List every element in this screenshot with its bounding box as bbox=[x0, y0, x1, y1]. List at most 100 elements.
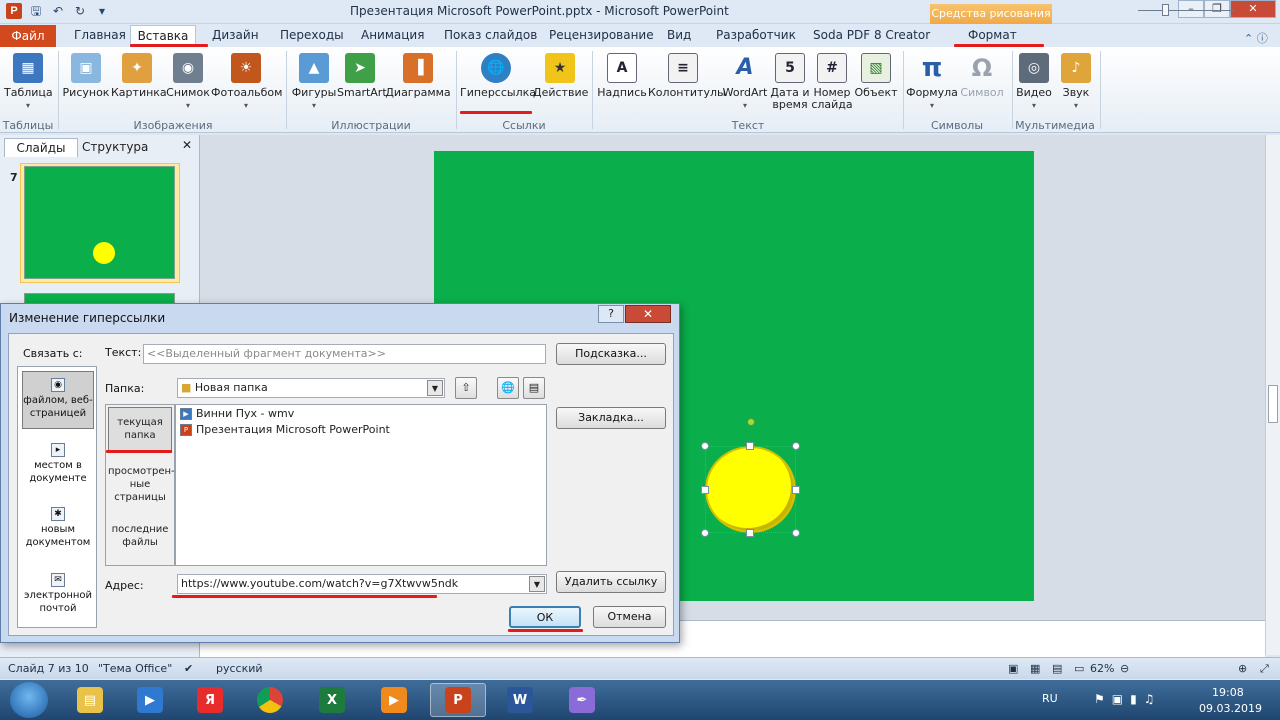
dialog-close-button[interactable]: ✕ bbox=[625, 305, 671, 323]
link-to-place-in-document[interactable]: ▸ местом в документе bbox=[22, 437, 94, 487]
tab-file[interactable]: Файл bbox=[0, 25, 56, 47]
link-to-file-web[interactable]: ◉ файлом, веб-страницей bbox=[22, 371, 94, 429]
chevron-down-icon[interactable]: ▼ bbox=[427, 380, 443, 396]
taskbar-chrome[interactable] bbox=[242, 683, 298, 717]
tray-language[interactable]: RU bbox=[1042, 692, 1058, 705]
view-current-folder[interactable]: текущая папка bbox=[108, 407, 172, 453]
clock-time[interactable]: 19:08 bbox=[1212, 686, 1244, 699]
tab-home[interactable]: Главная bbox=[74, 28, 126, 42]
symbol-button[interactable]: Ω Символ bbox=[958, 53, 1006, 99]
rotation-handle[interactable] bbox=[747, 418, 755, 426]
zoom-level[interactable]: 62% bbox=[1090, 662, 1114, 675]
hyperlink-button[interactable]: 🌐 Гиперссылка bbox=[460, 53, 536, 99]
tab-review[interactable]: Рецензирование bbox=[549, 28, 654, 42]
smartart-button[interactable]: ➤ SmartArt bbox=[337, 53, 387, 99]
resize-handle[interactable] bbox=[792, 529, 800, 537]
picture-button[interactable]: ▣ Рисунок bbox=[62, 53, 110, 99]
dialog-help-button[interactable]: ? bbox=[598, 305, 624, 323]
customize-qa-icon[interactable]: ▾ bbox=[94, 3, 110, 19]
slideshow-view-icon[interactable]: ▭ bbox=[1074, 662, 1084, 675]
tab-slides[interactable]: Слайды bbox=[4, 138, 78, 157]
start-button[interactable] bbox=[10, 682, 48, 718]
shapes-button[interactable]: ▲ Фигуры ▾ bbox=[290, 53, 338, 112]
ok-button[interactable]: ОК bbox=[509, 606, 581, 628]
zoom-slider-thumb[interactable] bbox=[1162, 4, 1169, 16]
formula-button[interactable]: π Формула ▾ bbox=[906, 53, 958, 112]
zoom-out-icon[interactable]: ⊖ bbox=[1120, 662, 1129, 675]
redo-icon[interactable]: ↻ bbox=[72, 3, 88, 19]
browse-file-icon[interactable]: ▤ bbox=[523, 377, 545, 399]
close-panel-icon[interactable]: ✕ bbox=[182, 138, 192, 152]
zoom-in-icon[interactable]: ⊕ bbox=[1238, 662, 1247, 675]
help-icon[interactable]: ⌃ ⓘ bbox=[1244, 30, 1268, 46]
slidenumber-button[interactable]: # Номер слайда bbox=[811, 53, 853, 111]
status-language[interactable]: русский bbox=[216, 662, 263, 675]
tab-transitions[interactable]: Переходы bbox=[280, 28, 344, 42]
list-item[interactable]: ▶ Винни Пух - wmv bbox=[180, 407, 294, 420]
display-text-field[interactable]: <<Выделенный фрагмент документа>> bbox=[143, 344, 546, 364]
clock-date[interactable]: 09.03.2019 bbox=[1199, 702, 1262, 715]
resize-handle[interactable] bbox=[701, 442, 709, 450]
resize-handle[interactable] bbox=[746, 529, 754, 537]
link-to-new-document[interactable]: ✱ новым документом bbox=[22, 503, 94, 553]
tab-soda-pdf[interactable]: Soda PDF 8 Creator bbox=[813, 28, 930, 42]
resize-handle[interactable] bbox=[701, 529, 709, 537]
resize-handle[interactable] bbox=[792, 486, 800, 494]
taskbar-explorer[interactable]: ▤ bbox=[62, 683, 118, 717]
tab-animation[interactable]: Анимация bbox=[361, 28, 424, 42]
resize-handle[interactable] bbox=[792, 442, 800, 450]
view-recent-files[interactable]: последние файлы bbox=[108, 521, 172, 561]
restore-button[interactable]: ❐ bbox=[1204, 0, 1230, 18]
tab-developer[interactable]: Разработчик bbox=[716, 28, 796, 42]
tab-outline[interactable]: Структура bbox=[82, 140, 148, 154]
headerfooter-button[interactable]: ≡ Колонтитулы bbox=[648, 53, 726, 99]
tab-slideshow[interactable]: Показ слайдов bbox=[444, 28, 537, 42]
tab-view[interactable]: Вид bbox=[667, 28, 691, 42]
browse-web-icon[interactable]: 🌐 bbox=[497, 377, 519, 399]
object-button[interactable]: ▧ Объект bbox=[853, 53, 899, 99]
table-button[interactable]: ▦ Таблица ▾ bbox=[4, 53, 53, 112]
status-theme[interactable]: "Тема Office" bbox=[98, 662, 172, 675]
tooltip-button[interactable]: Подсказка... bbox=[556, 343, 666, 365]
normal-view-icon[interactable]: ▣ bbox=[1008, 662, 1018, 675]
photoalbum-button[interactable]: ☀ Фотоальбом ▾ bbox=[211, 53, 282, 112]
undo-icon[interactable]: ↶ bbox=[50, 3, 66, 19]
chart-button[interactable]: ▐ Диаграмма bbox=[385, 53, 451, 99]
taskbar-yandex[interactable]: Я bbox=[182, 683, 238, 717]
sound-button[interactable]: ♪ Звук ▾ bbox=[1056, 53, 1096, 112]
taskbar-excel[interactable]: X bbox=[304, 683, 360, 717]
taskbar-word[interactable]: W bbox=[492, 683, 548, 717]
vertical-scrollbar[interactable] bbox=[1265, 135, 1280, 655]
taskbar-paint[interactable]: ✒ bbox=[554, 683, 610, 717]
remove-link-button[interactable]: Удалить ссылку bbox=[556, 571, 666, 593]
taskbar-player[interactable]: ▶ bbox=[366, 683, 422, 717]
bookmark-button[interactable]: Закладка... bbox=[556, 407, 666, 429]
save-icon[interactable]: 🖫 bbox=[28, 3, 44, 19]
action-button[interactable]: ★ Действие bbox=[533, 53, 588, 99]
view-browsed-pages[interactable]: просмотрен-ные страницы bbox=[108, 463, 175, 507]
taskbar-powerpoint[interactable]: P bbox=[430, 683, 486, 717]
video-button[interactable]: ◎ Видео ▾ bbox=[1014, 53, 1054, 112]
close-window-button[interactable]: ✕ bbox=[1230, 0, 1276, 18]
screenshot-button[interactable]: ◉ Снимок ▾ bbox=[165, 53, 211, 112]
folder-select[interactable]: ■ Новая папка ▼ bbox=[177, 378, 445, 398]
chevron-down-icon[interactable]: ▼ bbox=[529, 576, 545, 592]
tray-icons[interactable]: ⚑▣▮♫ bbox=[1094, 692, 1161, 706]
minimize-button[interactable]: – bbox=[1178, 0, 1204, 18]
zoom-slider[interactable] bbox=[1138, 10, 1234, 11]
list-item[interactable]: P Презентация Microsoft PowerPoint bbox=[180, 423, 390, 436]
folder-up-icon[interactable]: ⇧ bbox=[455, 377, 477, 399]
spellcheck-icon[interactable]: ✔ bbox=[184, 662, 193, 675]
tab-format[interactable]: Формат bbox=[968, 28, 1017, 42]
address-input[interactable]: https://www.youtube.com/watch?v=g7Xtwvw5… bbox=[177, 574, 547, 594]
resize-handle[interactable] bbox=[746, 442, 754, 450]
textbox-button[interactable]: A Надпись bbox=[597, 53, 647, 99]
tab-design[interactable]: Дизайн bbox=[212, 28, 259, 42]
wordart-button[interactable]: A WordArt ▾ bbox=[720, 53, 770, 112]
reading-view-icon[interactable]: ▤ bbox=[1052, 662, 1062, 675]
datetime-button[interactable]: 5 Дата и время bbox=[770, 53, 810, 111]
fit-slide-icon[interactable]: ⤢ bbox=[1260, 662, 1269, 676]
slide-sorter-icon[interactable]: ▦ bbox=[1030, 662, 1040, 675]
link-to-email[interactable]: ✉ электронной почтой bbox=[22, 567, 94, 621]
resize-handle[interactable] bbox=[701, 486, 709, 494]
